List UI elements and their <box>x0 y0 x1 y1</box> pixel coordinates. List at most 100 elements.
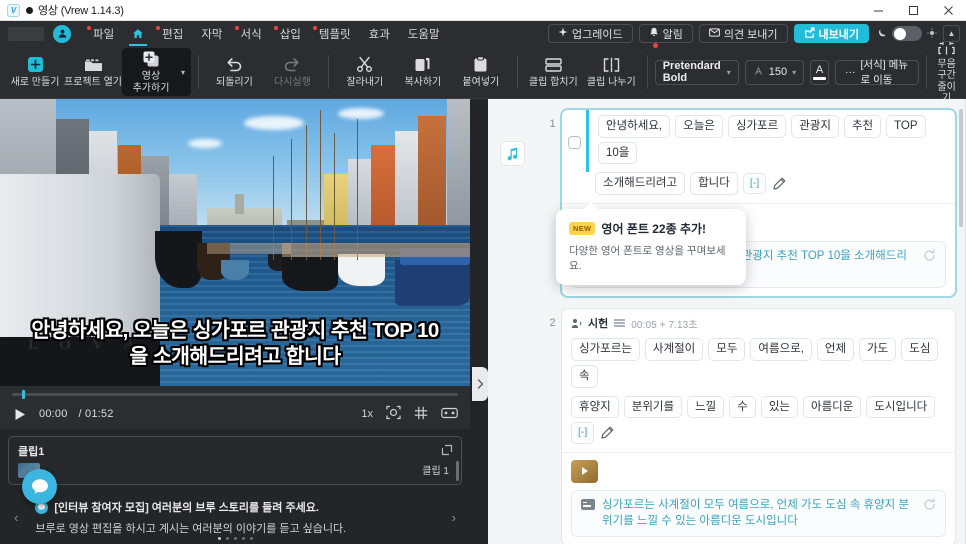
playhead[interactable] <box>22 390 25 399</box>
minimize-button[interactable] <box>861 0 896 21</box>
clip-scrollbar[interactable] <box>456 461 459 481</box>
add-video-group[interactable]: 영상 추가하기 ▾ <box>122 48 192 96</box>
banner-dot[interactable] <box>217 537 221 540</box>
banner-dot[interactable] <box>233 537 237 540</box>
menu-item-help[interactable]: 도움말 <box>399 21 449 46</box>
pane-splitter[interactable] <box>470 99 488 544</box>
voice-name[interactable]: 시헌 <box>588 315 608 331</box>
font-color-button[interactable]: A <box>810 59 829 85</box>
regenerate-icon[interactable] <box>923 497 936 514</box>
add-video-button[interactable]: 영상 추가하기 <box>122 48 180 96</box>
word-chip[interactable]: 언제 <box>816 338 855 361</box>
aspect-ratio-icon[interactable] <box>441 407 458 422</box>
banner-prev-button[interactable]: ‹ <box>10 510 22 525</box>
video-preview[interactable]: L O V A 안녕하세요, 오늘은 싱가포르 관광지 추천 TOP 10 을 … <box>0 99 470 386</box>
word-chip[interactable]: TOP <box>886 115 926 138</box>
split-clip-button[interactable]: 클립 나누기 <box>582 46 640 98</box>
music-note-icon[interactable] <box>499 141 525 166</box>
theme-toggle[interactable] <box>877 26 937 41</box>
scene-thumbnail[interactable] <box>571 459 598 483</box>
menu-item-edit[interactable]: 편집 <box>153 21 192 46</box>
paste-button[interactable]: 붙여넣기 <box>452 46 510 98</box>
blank-chip[interactable]: [-] <box>571 422 595 444</box>
shorten-silence-button[interactable]: 무음 구간 줄이기 <box>933 41 960 104</box>
word-chip[interactable]: 아름디운 <box>803 395 862 419</box>
goto-format-menu-button[interactable]: ··· [서식] 메뉴로 이동 <box>835 59 919 86</box>
feedback-button[interactable]: 의견 보내기 <box>698 24 788 43</box>
word-chip[interactable]: 싱가포르는 <box>571 338 640 361</box>
word-chip[interactable]: 도심 <box>901 338 939 361</box>
maximize-button[interactable] <box>896 0 931 21</box>
new-project-button[interactable]: 새로 만들기 <box>6 46 64 98</box>
menu-item-file[interactable]: 파일 <box>84 21 123 46</box>
word-chip[interactable]: 관광지 <box>791 115 839 138</box>
word-chip[interactable]: 모두 <box>708 338 746 361</box>
banner-dot[interactable] <box>249 537 253 540</box>
word-chip[interactable]: 사계절이 <box>644 338 704 361</box>
chat-support-button[interactable] <box>22 469 57 504</box>
word-chip[interactable]: 속 <box>571 364 598 388</box>
subtitle-text-line[interactable]: 싱가포르는 사계절이 모두 여름으로, 언제 가도 도심 속 휴양지 분위기를 … <box>571 489 946 538</box>
collapse-preview-handle[interactable] <box>472 367 488 401</box>
edit-pencil-icon[interactable] <box>771 177 788 190</box>
undo-button[interactable]: 되돌리기 <box>205 46 263 98</box>
menu-item-insert[interactable]: 삽입 <box>271 21 310 46</box>
word-chip[interactable]: 10을 <box>598 141 638 165</box>
snapshot-icon[interactable] <box>386 405 401 423</box>
word-chip[interactable]: 여름으로, <box>750 338 812 361</box>
copy-button[interactable]: 복사하기 <box>394 46 452 98</box>
subtitle-rows-scroll[interactable]: 1 안녕하세요, 오늘은 싱가포르 관광지 추천 TOP 10을 소개해드리려고… <box>536 99 966 544</box>
grid-icon[interactable] <box>414 406 428 423</box>
voice-settings-icon[interactable] <box>613 317 626 329</box>
word-chip[interactable]: 소개해드리려고 <box>595 172 686 195</box>
word-chip[interactable]: 오늘은 <box>675 115 723 138</box>
row-checkbox-wrap[interactable] <box>562 110 586 203</box>
word-chip[interactable]: 휴양지 <box>571 395 619 419</box>
menu-item-effect[interactable]: 효과 <box>360 21 399 46</box>
play-button[interactable] <box>12 406 28 422</box>
chevron-down-icon[interactable]: ▾ <box>180 48 191 96</box>
clip-timeline-panel[interactable]: 클립1 클립 1 <box>8 436 462 485</box>
word-chip[interactable]: 안녕하세요, <box>598 115 671 138</box>
export-button[interactable]: 내보내기 <box>793 24 869 43</box>
word-chip[interactable]: 수 <box>729 395 756 419</box>
banner-dot[interactable] <box>225 537 229 540</box>
word-chip[interactable]: 느낄 <box>687 395 725 419</box>
upgrade-button[interactable]: 업그레이드 <box>548 24 633 43</box>
seek-bar[interactable] <box>12 390 458 399</box>
expand-icon[interactable] <box>441 444 453 459</box>
banner-dot[interactable] <box>241 537 245 540</box>
menu-item-subtitle[interactable]: 자막 <box>192 21 231 46</box>
regenerate-icon[interactable] <box>923 249 936 265</box>
blank-chip[interactable]: [-] <box>742 172 767 195</box>
font-size-select[interactable]: 150 ▾ <box>744 59 805 85</box>
redo-button[interactable]: 다시실행 <box>263 46 321 98</box>
word-chip[interactable]: 가도 <box>859 338 897 361</box>
edit-pencil-icon[interactable] <box>599 426 616 440</box>
word-chip[interactable]: 합니다 <box>690 172 738 195</box>
row-checkbox[interactable] <box>567 136 581 149</box>
banner-next-button[interactable]: › <box>448 510 460 525</box>
menu-item-format[interactable]: 서식 <box>232 21 271 46</box>
new-feature-tooltip[interactable]: NEW 영어 폰트 22종 추가! 다양한 영어 폰트로 영상을 꾸며보세요. <box>556 202 746 285</box>
word-chip[interactable]: 도시입니다 <box>866 395 936 419</box>
user-avatar-icon[interactable] <box>53 24 71 43</box>
merge-clip-button[interactable]: 클립 합치기 <box>524 46 582 98</box>
word-chip[interactable]: 추천 <box>843 115 882 138</box>
cut-button[interactable]: 잘라내기 <box>336 46 394 98</box>
word-chip[interactable]: 있는 <box>760 395 799 419</box>
close-button[interactable] <box>931 0 966 21</box>
word-chip[interactable]: 싱가포르 <box>727 115 787 138</box>
subtitle-scrollbar[interactable] <box>959 109 963 227</box>
word-chip[interactable]: 분위기를 <box>623 395 683 419</box>
promo-banner[interactable]: ‹ [인터뷰 참여자 모집] 여러분의 브루 스토리를 들려 주세요. 브루로 … <box>0 469 470 544</box>
open-project-button[interactable]: 프로젝트 열기 <box>64 46 122 98</box>
menu-item-home[interactable] <box>123 21 153 46</box>
notifications-button[interactable]: 알림 <box>638 24 693 43</box>
theme-toggle-track[interactable] <box>892 26 922 41</box>
row-card[interactable]: 시헌 00:05 + 7.13초 싱가포르는 사계절이 모두 여름으로, 언제 … <box>561 308 956 544</box>
playback-speed-button[interactable]: 1x <box>361 408 373 420</box>
menu-item-template[interactable]: 템플릿 <box>310 21 360 46</box>
font-family-select[interactable]: Pretendard Bold ▾ <box>654 59 739 85</box>
subtitle-row-2[interactable]: 2 시헌 00:05 + 7.13초 싱가포르는 사계절이 모두 여름으로, 언… <box>544 308 956 544</box>
